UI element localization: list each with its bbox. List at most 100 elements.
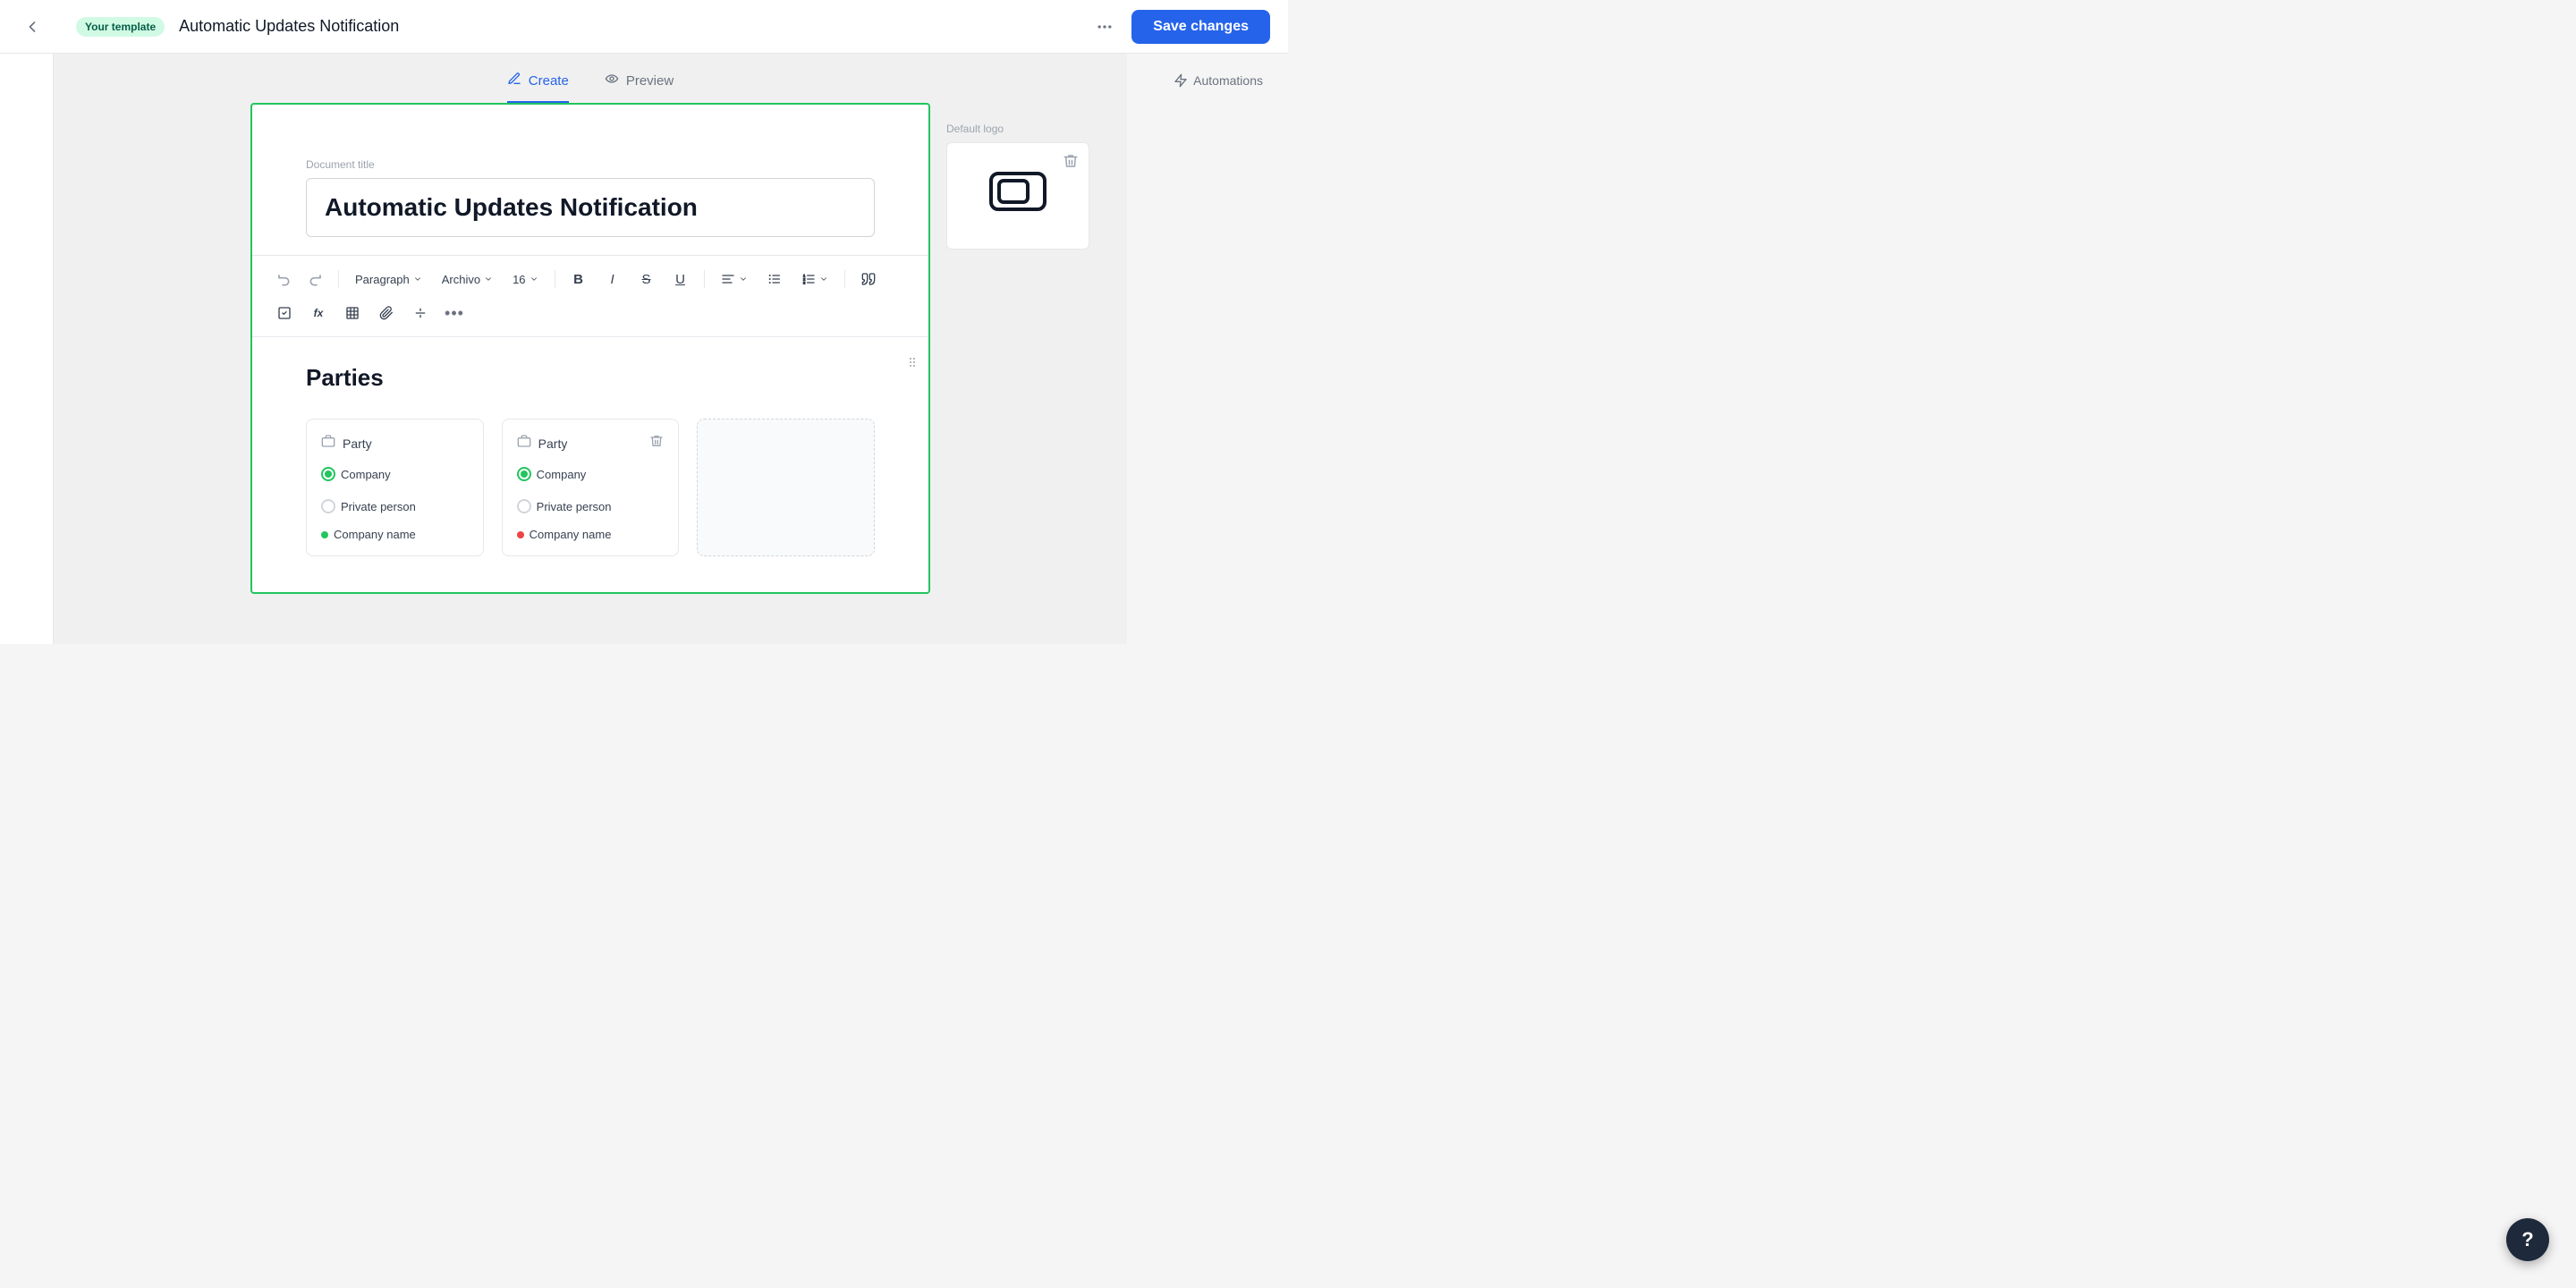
redo-button[interactable] xyxy=(301,265,329,293)
party-2-field-label: Company name xyxy=(530,528,612,541)
align-select[interactable] xyxy=(714,268,755,290)
numbered-list-select[interactable]: 1 2 3 xyxy=(794,268,835,290)
size-dropdown-icon xyxy=(530,275,538,284)
document-area: Default logo xyxy=(250,103,930,594)
help-button[interactable]: ? xyxy=(2506,1218,2549,1261)
party-2-company-radio[interactable] xyxy=(517,467,531,481)
left-sidebar xyxy=(0,54,54,644)
party-2-company-option[interactable]: Company xyxy=(517,467,587,481)
align-icon xyxy=(721,272,735,286)
attachment-button[interactable] xyxy=(372,299,401,327)
party-2-private-label: Private person xyxy=(537,500,612,513)
add-party-card[interactable] xyxy=(697,419,875,556)
numbered-list-icon: 1 2 3 xyxy=(801,272,816,286)
party-2-field-dot xyxy=(517,531,524,538)
header-left: Your template Automatic Updates Notifica… xyxy=(18,13,1089,41)
logo-brand-icon xyxy=(987,166,1049,226)
toolbar-history-group xyxy=(270,265,329,293)
toolbar: Paragraph Archivo 16 B xyxy=(252,255,928,337)
party-2-company-dot xyxy=(521,470,528,478)
party-1-private-radio[interactable] xyxy=(321,499,335,513)
back-button[interactable] xyxy=(18,13,47,41)
toolbar-divider-4 xyxy=(844,270,845,288)
party-card-2: Party xyxy=(502,419,680,556)
preview-icon xyxy=(605,72,619,90)
party-2-company-name-row: Company name xyxy=(517,528,665,541)
table-button[interactable] xyxy=(338,299,367,327)
horizontal-rule-button[interactable] xyxy=(406,299,435,327)
align-dropdown-icon xyxy=(739,275,748,284)
party-2-radio-group: Company Private person xyxy=(517,467,665,513)
automations-icon xyxy=(1174,73,1188,88)
undo-button[interactable] xyxy=(270,265,299,293)
party-label-1: Party xyxy=(343,436,469,451)
font-select[interactable]: Archivo xyxy=(435,269,500,290)
underline-button[interactable]: U xyxy=(666,265,695,293)
party-1-company-option[interactable]: Company xyxy=(321,467,391,481)
parties-grid: Party Company xyxy=(306,419,875,556)
party-2-delete-button[interactable] xyxy=(649,434,664,453)
header-right: Save changes xyxy=(1089,10,1270,44)
more-options-button[interactable] xyxy=(1089,11,1121,43)
italic-button[interactable]: I xyxy=(598,265,627,293)
automations-label: Automations xyxy=(1193,73,1263,88)
blockquote-button[interactable] xyxy=(854,265,883,293)
logo-label: Default logo xyxy=(946,123,1107,135)
party-1-field-dot xyxy=(321,531,328,538)
formula-button[interactable]: fx xyxy=(304,299,333,327)
paragraph-label: Paragraph xyxy=(355,273,410,286)
tab-create-label: Create xyxy=(529,73,569,89)
document-title-input[interactable] xyxy=(306,178,875,237)
paragraph-select[interactable]: Paragraph xyxy=(348,269,429,290)
party-1-private-label: Private person xyxy=(341,500,416,513)
drag-handle[interactable] xyxy=(905,355,919,374)
party-2-company-label: Company xyxy=(537,468,587,481)
party-1-company-radio[interactable] xyxy=(321,467,335,481)
header: Your template Automatic Updates Notifica… xyxy=(0,0,1288,54)
scroll-area: Create Preview Default l xyxy=(54,54,1288,644)
tab-create[interactable]: Create xyxy=(507,72,569,103)
party-icon-1 xyxy=(321,434,335,453)
strikethrough-button[interactable]: S xyxy=(632,265,661,293)
document-title-label: Document title xyxy=(306,158,875,171)
tab-preview[interactable]: Preview xyxy=(605,72,674,103)
document-title-header: Automatic Updates Notification xyxy=(179,17,399,36)
logo-box xyxy=(946,142,1089,250)
more-toolbar-button[interactable]: ••• xyxy=(440,299,469,327)
party-1-company-dot xyxy=(325,470,332,478)
logo-delete-button[interactable] xyxy=(1058,148,1083,174)
bold-button[interactable]: B xyxy=(564,265,593,293)
parties-section-title: Parties xyxy=(306,364,875,392)
party-1-company-label: Company xyxy=(341,468,391,481)
toolbar-divider-3 xyxy=(704,270,705,288)
toolbar-divider-1 xyxy=(338,270,339,288)
party-2-private-radio[interactable] xyxy=(517,499,531,513)
svg-text:3: 3 xyxy=(803,280,806,284)
checkbox-button[interactable] xyxy=(270,299,299,327)
bullet-list-button[interactable] xyxy=(760,265,789,293)
template-badge: Your template xyxy=(76,17,165,37)
main-area: Create Preview Default l xyxy=(0,54,1288,644)
party-2-private-option[interactable]: Private person xyxy=(517,499,612,513)
font-dropdown-icon xyxy=(484,275,493,284)
party-1-company-name-row: Company name xyxy=(321,528,469,541)
logo-section: Default logo xyxy=(946,123,1107,250)
tabs-bar: Create Preview xyxy=(507,54,674,103)
font-label: Archivo xyxy=(442,273,480,286)
party-header-1: Party xyxy=(321,434,469,453)
party-1-field-label: Company name xyxy=(334,528,416,541)
numbered-dropdown-icon xyxy=(819,275,828,284)
size-select[interactable]: 16 xyxy=(505,269,545,290)
document-body: Parties xyxy=(252,337,928,592)
help-label: ? xyxy=(2521,1228,2533,1251)
party-1-private-option[interactable]: Private person xyxy=(321,499,416,513)
automations-panel: Automations xyxy=(1127,54,1288,644)
doc-title-section: Document title xyxy=(252,105,928,255)
save-changes-button[interactable]: Save changes xyxy=(1131,10,1270,44)
party-header-2: Party xyxy=(517,434,665,453)
party-label-2: Party xyxy=(538,436,643,451)
automations-button[interactable]: Automations xyxy=(1166,68,1270,93)
tab-preview-label: Preview xyxy=(626,73,674,89)
paragraph-dropdown-icon xyxy=(413,275,422,284)
create-icon xyxy=(507,72,521,90)
